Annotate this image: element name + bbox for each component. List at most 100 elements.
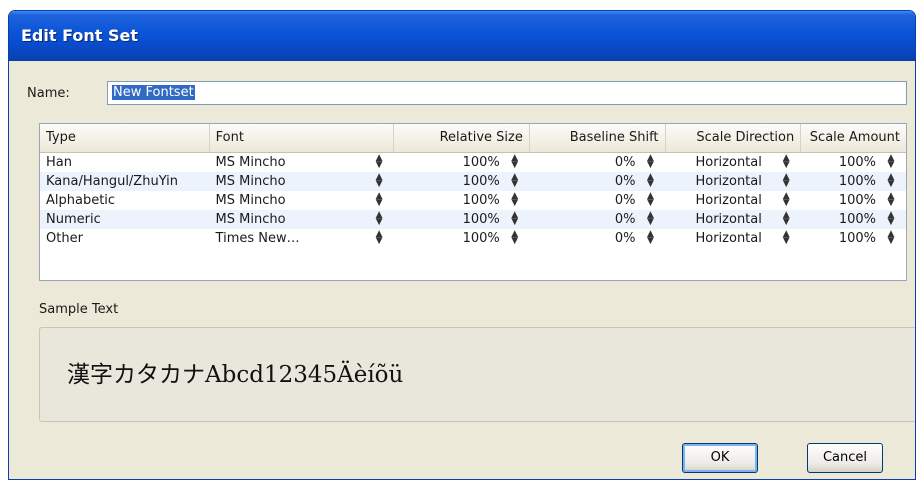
name-label: Name: [27,86,70,101]
scale-amount-stepper[interactable]: 100% ▲ ▼ [801,153,906,172]
relative-size-stepper[interactable]: 100% ▲ ▼ [394,229,530,248]
updown-arrow-icon[interactable]: ▲ ▼ [886,172,896,191]
scale-amount-stepper[interactable]: 100% ▲ ▼ [801,191,906,210]
baseline-shift-stepper[interactable]: 0% ▲ ▼ [530,172,666,191]
updown-arrow-icon[interactable]: ▲ ▼ [374,191,384,210]
updown-arrow-icon[interactable]: ▲ ▼ [645,210,655,229]
font-set-table: Type Font Relative Size Baseline Shift S… [39,123,907,281]
scale-direction-value: Horizontal [695,212,762,227]
relative-size-value: 100% [462,231,500,246]
cancel-button[interactable]: Cancel [807,443,883,473]
updown-arrow-icon[interactable]: ▲ ▼ [374,229,384,248]
updown-arrow-icon[interactable]: ▲ ▼ [645,153,655,172]
updown-arrow-icon[interactable]: ▲ ▼ [510,229,520,248]
baseline-shift-stepper[interactable]: 0% ▲ ▼ [530,210,666,229]
type-cell: Kana/Hangul/ZhuYin [46,174,179,189]
updown-arrow-icon[interactable]: ▲ ▼ [886,191,896,210]
ok-button[interactable]: OK [682,443,758,473]
table-row[interactable]: Numeric MS Mincho ▲ ▼ 100% ▲ ▼ 0% ▲ ▼ Horizont… [40,210,906,229]
scale-direction-select[interactable]: Horizontal ▲ ▼ [665,153,801,172]
table-row[interactable]: Other Times New… ▲ ▼ 100% ▲ ▼ 0% ▲ ▼ Horizonta… [40,229,906,248]
updown-arrow-icon[interactable]: ▲ ▼ [781,153,791,172]
font-value: MS Mincho [215,174,286,189]
scale-amount-value: 100% [838,231,876,246]
baseline-shift-stepper[interactable]: 0% ▲ ▼ [530,153,666,172]
baseline-shift-value: 0% [614,212,636,227]
sample-text-label: Sample Text [39,302,119,317]
updown-arrow-icon[interactable]: ▲ ▼ [781,172,791,191]
relative-size-stepper[interactable]: 100% ▲ ▼ [394,191,530,210]
updown-arrow-icon[interactable]: ▲ ▼ [781,229,791,248]
font-select[interactable]: MS Mincho ▲ ▼ [210,191,395,210]
updown-arrow-icon[interactable]: ▲ ▼ [510,210,520,229]
relative-size-stepper[interactable]: 100% ▲ ▼ [394,153,530,172]
scale-amount-value: 100% [838,193,876,208]
relative-size-value: 100% [462,193,500,208]
updown-arrow-icon[interactable]: ▲ ▼ [645,229,655,248]
baseline-shift-stepper[interactable]: 0% ▲ ▼ [530,229,666,248]
updown-arrow-icon[interactable]: ▲ ▼ [374,210,384,229]
type-cell: Han [46,155,72,170]
header-baseline-shift[interactable]: Baseline Shift [530,124,666,152]
updown-arrow-icon[interactable]: ▲ ▼ [510,191,520,210]
scale-direction-select[interactable]: Horizontal ▲ ▼ [665,172,801,191]
font-select[interactable]: MS Mincho ▲ ▼ [210,153,395,172]
font-select[interactable]: MS Mincho ▲ ▼ [210,172,395,191]
scale-direction-select[interactable]: Horizontal ▲ ▼ [665,229,801,248]
updown-arrow-icon[interactable]: ▲ ▼ [781,191,791,210]
font-select[interactable]: MS Mincho ▲ ▼ [210,210,395,229]
scale-amount-stepper[interactable]: 100% ▲ ▼ [801,229,906,248]
name-input-value: New Fontset [112,85,195,100]
baseline-shift-value: 0% [614,231,636,246]
relative-size-value: 100% [462,212,500,227]
font-value: MS Mincho [215,155,286,170]
type-cell: Alphabetic [46,193,116,208]
header-relative-size[interactable]: Relative Size [394,124,530,152]
table-row[interactable]: Alphabetic MS Mincho ▲ ▼ 100% ▲ ▼ 0% ▲ ▼ Horiz… [40,191,906,210]
updown-arrow-icon[interactable]: ▲ ▼ [645,172,655,191]
name-input[interactable]: New Fontset [107,81,907,105]
scale-amount-stepper[interactable]: 100% ▲ ▼ [801,210,906,229]
relative-size-value: 100% [462,155,500,170]
scale-direction-value: Horizontal [695,193,762,208]
sample-preview: 漢字カタカナAbcd12345Äèíõü [39,327,915,422]
relative-size-stepper[interactable]: 100% ▲ ▼ [394,172,530,191]
updown-arrow-icon[interactable]: ▲ ▼ [645,191,655,210]
scale-direction-select[interactable]: Horizontal ▲ ▼ [665,191,801,210]
window-title: Edit Font Set [9,11,915,61]
updown-arrow-icon[interactable]: ▲ ▼ [781,210,791,229]
updown-arrow-icon[interactable]: ▲ ▼ [510,153,520,172]
updown-arrow-icon[interactable]: ▲ ▼ [886,210,896,229]
relative-size-stepper[interactable]: 100% ▲ ▼ [394,210,530,229]
updown-arrow-icon[interactable]: ▲ ▼ [886,229,896,248]
baseline-shift-stepper[interactable]: 0% ▲ ▼ [530,191,666,210]
type-cell: Numeric [46,212,101,227]
baseline-shift-value: 0% [614,174,636,189]
font-value: MS Mincho [215,212,286,227]
table-row[interactable]: Kana/Hangul/ZhuYin MS Mincho ▲ ▼ 100% ▲ ▼ 0%… [40,172,906,191]
header-type[interactable]: Type [40,124,210,152]
table-row[interactable]: Han MS Mincho ▲ ▼ 100% ▲ ▼ 0% ▲ ▼ Horizontal ▲ ▼… [40,153,906,172]
updown-arrow-icon[interactable]: ▲ ▼ [510,172,520,191]
table-header: Type Font Relative Size Baseline Shift S… [40,124,906,153]
relative-size-value: 100% [462,174,500,189]
scale-amount-value: 100% [838,174,876,189]
scale-direction-value: Horizontal [695,155,762,170]
scale-amount-value: 100% [838,212,876,227]
name-row: Name: New Fontset [27,81,915,109]
scale-direction-select[interactable]: Horizontal ▲ ▼ [665,210,801,229]
header-scale-amount[interactable]: Scale Amount [801,124,906,152]
scale-direction-value: Horizontal [695,231,762,246]
header-font[interactable]: Font [210,124,395,152]
header-scale-direction[interactable]: Scale Direction [666,124,802,152]
updown-arrow-icon[interactable]: ▲ ▼ [886,153,896,172]
updown-arrow-icon[interactable]: ▲ ▼ [374,172,384,191]
scale-amount-stepper[interactable]: 100% ▲ ▼ [801,172,906,191]
updown-arrow-icon[interactable]: ▲ ▼ [374,153,384,172]
baseline-shift-value: 0% [614,193,636,208]
font-select[interactable]: Times New… ▲ ▼ [210,229,395,248]
scale-amount-value: 100% [838,155,876,170]
font-value: Times New… [215,231,300,246]
type-cell: Other [46,231,83,246]
sample-preview-text: 漢字カタカナAbcd12345Äèíõü [67,362,404,388]
